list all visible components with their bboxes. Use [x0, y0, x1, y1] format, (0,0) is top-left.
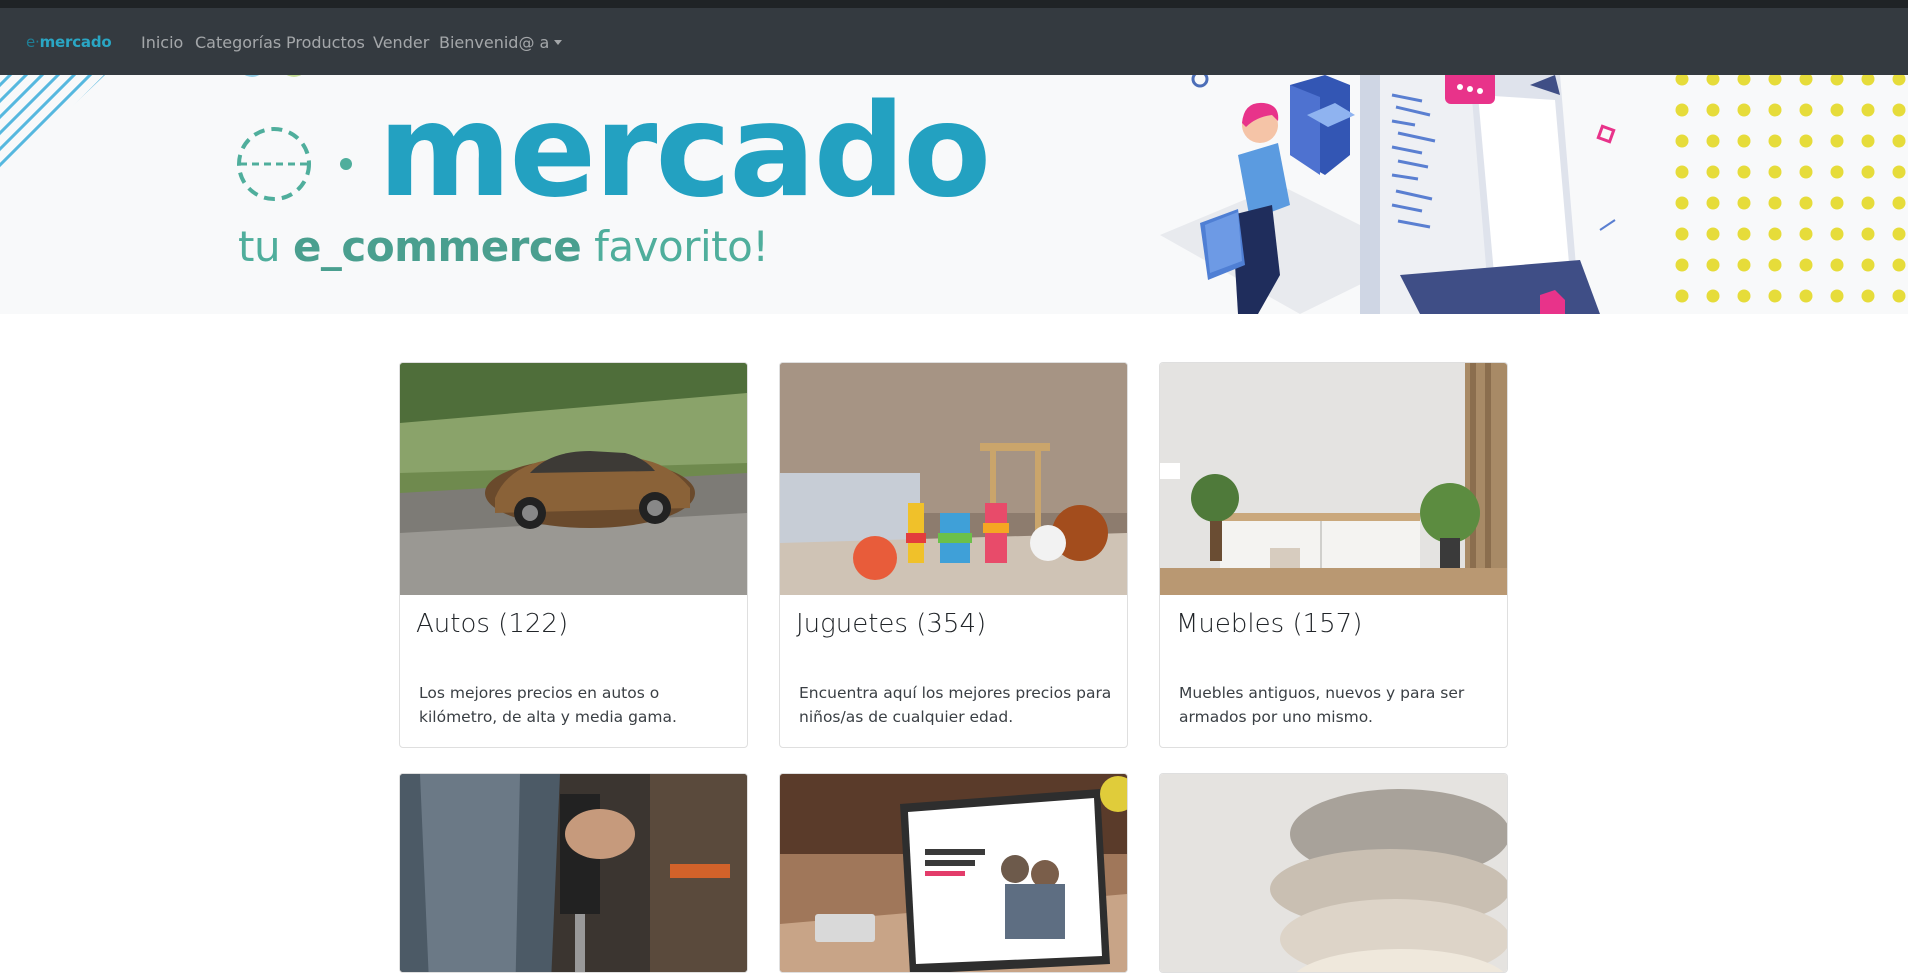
logo-dashed-circle-icon	[237, 127, 352, 201]
nav-productos[interactable]: Productos	[286, 33, 365, 52]
dot	[1706, 134, 1720, 148]
card-text: Muebles antiguos, nuevos y para ser arma…	[1179, 684, 1465, 726]
hero-subtitle: tu e_commerce favorito!	[238, 222, 769, 271]
dot	[1675, 103, 1689, 117]
dot	[1861, 258, 1875, 272]
dot	[1830, 165, 1844, 179]
dot	[1737, 258, 1751, 272]
dots-decoration	[1675, 75, 1906, 303]
dot	[1768, 165, 1782, 179]
dot	[1892, 289, 1906, 303]
dot	[1768, 289, 1782, 303]
stripes-decoration	[0, 75, 105, 175]
dot	[1799, 227, 1813, 241]
dot	[1675, 165, 1689, 179]
dot	[1737, 103, 1751, 117]
window-top-strip	[0, 0, 1908, 8]
dot	[1706, 196, 1720, 210]
dot	[1830, 289, 1844, 303]
dot	[1892, 196, 1906, 210]
category-card-herramientas[interactable]	[399, 773, 748, 973]
dot	[1799, 75, 1813, 86]
dot	[1799, 258, 1813, 272]
circle-decoration	[244, 75, 302, 77]
tools-photo	[400, 774, 747, 972]
dot	[1892, 75, 1906, 86]
dot	[1768, 134, 1782, 148]
category-card-autos[interactable]: Autos (122) Los mejores precios en autos…	[399, 362, 748, 748]
dot	[1892, 165, 1906, 179]
dot	[1737, 227, 1751, 241]
dot	[1830, 103, 1844, 117]
dot	[1799, 165, 1813, 179]
dot	[1737, 289, 1751, 303]
dot	[1737, 196, 1751, 210]
dot	[1706, 258, 1720, 272]
dot	[1799, 103, 1813, 117]
dot	[1768, 227, 1782, 241]
dot	[1830, 258, 1844, 272]
dot	[1861, 165, 1875, 179]
dot	[1861, 196, 1875, 210]
dot	[1768, 196, 1782, 210]
brand-logo[interactable]: e·mercado	[26, 33, 112, 51]
dot	[1861, 134, 1875, 148]
dot	[1737, 134, 1751, 148]
dot	[1737, 165, 1751, 179]
dot	[1830, 134, 1844, 148]
furniture-photo	[1160, 363, 1507, 595]
dot	[1706, 227, 1720, 241]
dot	[1706, 75, 1720, 86]
dot	[1706, 103, 1720, 117]
toys-photo	[780, 363, 1127, 595]
dot	[1799, 289, 1813, 303]
computers-photo	[780, 774, 1127, 972]
category-card-ropa[interactable]	[1159, 773, 1508, 973]
dot	[1892, 258, 1906, 272]
dot	[1861, 103, 1875, 117]
card-text: Encuentra aquí los mejores precios para …	[799, 684, 1112, 726]
nav-user-dropdown[interactable]: Bienvenid@ a	[439, 33, 563, 52]
card-text: Los mejores precios en autos o kilómetro…	[419, 684, 677, 726]
developer-illustration	[1160, 75, 1616, 314]
dot	[1675, 227, 1689, 241]
dot	[1675, 75, 1689, 86]
dot	[1830, 75, 1844, 86]
card-title[interactable]: Autos (122)	[416, 609, 568, 639]
dot	[1675, 134, 1689, 148]
category-card-computacion[interactable]	[779, 773, 1128, 973]
dot	[1892, 134, 1906, 148]
clothing-photo	[1160, 774, 1507, 972]
hero-title: mercado	[378, 77, 991, 226]
dot	[1861, 227, 1875, 241]
dot	[1861, 75, 1875, 86]
dot	[1768, 258, 1782, 272]
card-title[interactable]: Juguetes (354)	[796, 609, 986, 639]
dot	[1768, 103, 1782, 117]
dot	[1706, 165, 1720, 179]
nav-vender[interactable]: Vender	[373, 33, 429, 52]
dot	[1861, 289, 1875, 303]
card-title[interactable]: Muebles (157)	[1176, 609, 1362, 639]
category-card-muebles[interactable]: Muebles (157) Muebles antiguos, nuevos y…	[1159, 362, 1508, 748]
dot	[1675, 196, 1689, 210]
category-card-juguetes[interactable]: Juguetes (354) Encuentra aquí los mejore…	[779, 362, 1128, 748]
dot	[1706, 289, 1720, 303]
dot	[1830, 227, 1844, 241]
nav-categorias[interactable]: Categorías	[195, 33, 281, 52]
caret-down-icon	[554, 40, 563, 45]
dot	[1737, 75, 1751, 86]
hero-banner: mercado tu e_commerce favorito!	[0, 75, 1908, 314]
car-photo	[400, 363, 747, 595]
navbar: e·mercado Inicio Categorías Productos Ve…	[0, 8, 1908, 75]
dot	[1675, 289, 1689, 303]
dot	[1799, 134, 1813, 148]
dot	[1892, 103, 1906, 117]
dot	[1799, 196, 1813, 210]
dot	[1830, 196, 1844, 210]
dot	[1892, 227, 1906, 241]
dot	[1768, 75, 1782, 86]
dot	[1675, 258, 1689, 272]
nav-inicio[interactable]: Inicio	[141, 33, 183, 52]
